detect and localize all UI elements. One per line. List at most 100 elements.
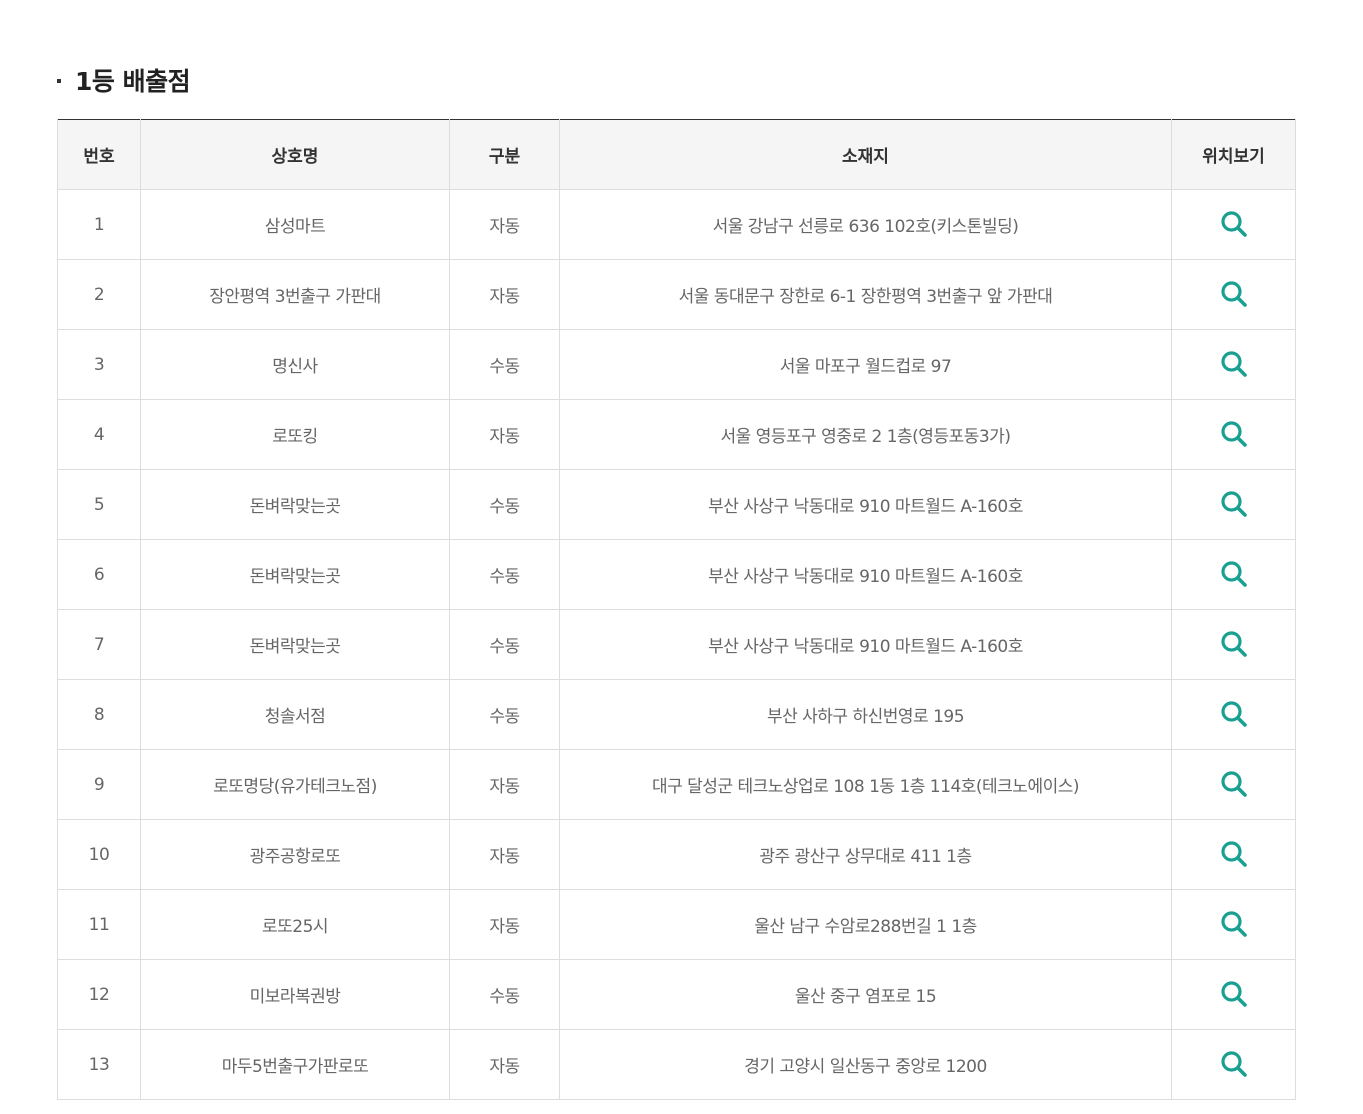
store-address: 서울 마포구 월드컵로 97 [559,329,1172,400]
location-cell [1171,539,1296,610]
location-cell [1171,329,1296,400]
search-icon [1219,699,1249,729]
store-number: 7 [57,609,141,680]
store-address: 서울 영등포구 영중로 2 1층(영등포동3가) [559,399,1172,470]
view-location-button[interactable] [1216,486,1252,522]
view-location-button[interactable] [1216,626,1252,662]
store-address: 부산 사하구 하신번영로 195 [559,679,1172,750]
store-type: 자동 [449,189,560,260]
location-cell [1171,959,1296,1030]
store-number: 10 [57,819,141,890]
view-location-button[interactable] [1216,556,1252,592]
table-row: 10 광주공항로또 자동 광주 광산구 상무대로 411 1층 [57,819,1296,890]
store-type: 자동 [449,399,560,470]
title-bullet [57,79,61,83]
store-type: 수동 [449,469,560,540]
column-header-number: 번호 [57,119,141,190]
search-icon [1219,279,1249,309]
store-name: 청솔서점 [140,679,450,750]
store-name: 명신사 [140,329,450,400]
store-name: 마두5번출구가판로또 [140,1029,450,1100]
column-header-type: 구분 [449,119,560,190]
view-location-button[interactable] [1216,836,1252,872]
location-cell [1171,679,1296,750]
store-address: 서울 강남구 선릉로 636 102호(키스톤빌딩) [559,189,1172,260]
table-row: 11 로또25시 자동 울산 남구 수암로288번길 1 1층 [57,889,1296,960]
view-location-button[interactable] [1216,276,1252,312]
column-header-store-name: 상호명 [140,119,450,190]
view-location-button[interactable] [1216,696,1252,732]
store-address: 부산 사상구 낙동대로 910 마트월드 A-160호 [559,609,1172,680]
search-icon [1219,489,1249,519]
search-icon [1219,979,1249,1009]
store-name: 광주공항로또 [140,819,450,890]
table-body: 1 삼성마트 자동 서울 강남구 선릉로 636 102호(키스톤빌딩) 2 장안평역 3… [57,189,1296,1100]
winning-stores-table: 번호 상호명 구분 소재지 위치보기 1 삼성마트 자동 서울 강남구 선릉로 636… [57,119,1296,1100]
location-cell [1171,889,1296,960]
column-header-address: 소재지 [559,119,1172,190]
location-cell [1171,819,1296,890]
view-location-button[interactable] [1216,206,1252,242]
store-address: 부산 사상구 낙동대로 910 마트월드 A-160호 [559,469,1172,540]
table-row: 13 마두5번출구가판로또 자동 경기 고양시 일산동구 중앙로 1200 [57,1029,1296,1100]
view-location-button[interactable] [1216,766,1252,802]
store-address: 대구 달성군 테크노상업로 108 1동 1층 114호(테크노에이스) [559,749,1172,820]
store-number: 13 [57,1029,141,1100]
table-row: 6 돈벼락맞는곳 수동 부산 사상구 낙동대로 910 마트월드 A-160호 [57,539,1296,610]
store-name: 로또25시 [140,889,450,960]
store-number: 6 [57,539,141,610]
location-cell [1171,609,1296,680]
location-cell [1171,1029,1296,1100]
store-number: 11 [57,889,141,960]
search-icon [1219,769,1249,799]
store-number: 3 [57,329,141,400]
search-icon [1219,209,1249,239]
table-row: 5 돈벼락맞는곳 수동 부산 사상구 낙동대로 910 마트월드 A-160호 [57,469,1296,540]
store-name: 돈벼락맞는곳 [140,539,450,610]
view-location-button[interactable] [1216,906,1252,942]
table-row: 3 명신사 수동 서울 마포구 월드컵로 97 [57,329,1296,400]
section-title: 1등 배출점 [75,67,191,96]
store-address: 서울 동대문구 장한로 6-1 장한평역 3번출구 앞 가판대 [559,259,1172,330]
store-address: 광주 광산구 상무대로 411 1층 [559,819,1172,890]
search-icon [1219,839,1249,869]
store-name: 삼성마트 [140,189,450,260]
store-name: 장안평역 3번출구 가판대 [140,259,450,330]
store-type: 수동 [449,609,560,680]
search-icon [1219,419,1249,449]
store-name: 미보라복권방 [140,959,450,1030]
location-cell [1171,399,1296,470]
view-location-button[interactable] [1216,976,1252,1012]
search-icon [1219,559,1249,589]
table-row: 12 미보라복권방 수동 울산 중구 염포로 15 [57,959,1296,1030]
store-number: 9 [57,749,141,820]
store-name: 돈벼락맞는곳 [140,469,450,540]
location-cell [1171,469,1296,540]
store-type: 수동 [449,329,560,400]
store-number: 2 [57,259,141,330]
location-cell [1171,189,1296,260]
store-name: 돈벼락맞는곳 [140,609,450,680]
view-location-button[interactable] [1216,346,1252,382]
store-number: 4 [57,399,141,470]
store-number: 5 [57,469,141,540]
table-header-row: 번호 상호명 구분 소재지 위치보기 [57,119,1296,190]
column-header-location: 위치보기 [1171,119,1296,190]
store-type: 자동 [449,889,560,960]
search-icon [1219,349,1249,379]
table-row: 9 로또명당(유가테크노점) 자동 대구 달성군 테크노상업로 108 1동 1층 1… [57,749,1296,820]
table-row: 8 청솔서점 수동 부산 사하구 하신번영로 195 [57,679,1296,750]
store-type: 자동 [449,819,560,890]
store-type: 수동 [449,539,560,610]
view-location-button[interactable] [1216,1046,1252,1082]
search-icon [1219,1049,1249,1079]
table-row: 7 돈벼락맞는곳 수동 부산 사상구 낙동대로 910 마트월드 A-160호 [57,609,1296,680]
store-address: 울산 남구 수암로288번길 1 1층 [559,889,1172,960]
search-icon [1219,909,1249,939]
table-row: 1 삼성마트 자동 서울 강남구 선릉로 636 102호(키스톤빌딩) [57,189,1296,260]
view-location-button[interactable] [1216,416,1252,452]
store-type: 수동 [449,959,560,1030]
search-icon [1219,629,1249,659]
table-row: 4 로또킹 자동 서울 영등포구 영중로 2 1층(영등포동3가) [57,399,1296,470]
store-type: 자동 [449,1029,560,1100]
